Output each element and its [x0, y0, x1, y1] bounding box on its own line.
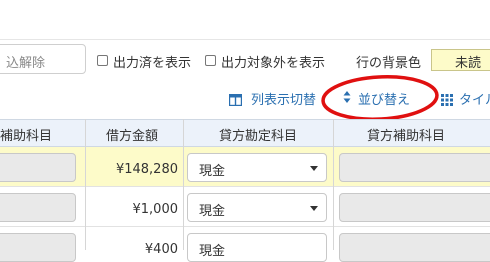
annotation-circle [321, 75, 439, 121]
show-excluded-label: 出力対象外を表示 [221, 56, 326, 71]
credit-account-value: 現金 [199, 204, 226, 219]
credit-sub-field[interactable] [339, 233, 490, 262]
show-exported-label: 出力済を表示 [113, 56, 192, 71]
row-bg-value: 未読 [455, 56, 482, 71]
debit-sub-field[interactable] [0, 193, 76, 222]
credit-sub-field[interactable] [339, 153, 490, 182]
column-toggle-link[interactable]: 列表示切替 [251, 89, 316, 108]
columns-icon[interactable] [228, 91, 243, 107]
debit-sub-field[interactable] [0, 233, 76, 262]
column-divider [183, 119, 184, 250]
chevron-down-icon [310, 206, 318, 211]
debit-amount: ¥148,280 [115, 162, 178, 177]
row-bg-label: 行の背景色 [356, 56, 422, 71]
search-value: 込解除 [6, 56, 46, 71]
header-credit-account: 貸方勘定科目 [219, 129, 298, 144]
chevron-down-icon [310, 166, 318, 171]
credit-account-value: 現金 [199, 164, 226, 179]
header-debit-amount: 借方金額 [106, 129, 159, 144]
column-divider [85, 119, 86, 250]
column-divider [333, 119, 334, 250]
credit-sub-field[interactable] [339, 193, 490, 222]
top-bar [0, 0, 490, 40]
debit-sub-field[interactable] [0, 153, 76, 182]
debit-amount: ¥1,000 [132, 202, 179, 217]
tile-link[interactable]: タイル [459, 89, 490, 108]
show-excluded-checkbox[interactable] [205, 55, 216, 66]
header-debit-sub: 補助科目 [0, 129, 53, 144]
show-exported-checkbox[interactable] [97, 55, 108, 66]
header-credit-sub: 貸方補助科目 [367, 129, 446, 144]
